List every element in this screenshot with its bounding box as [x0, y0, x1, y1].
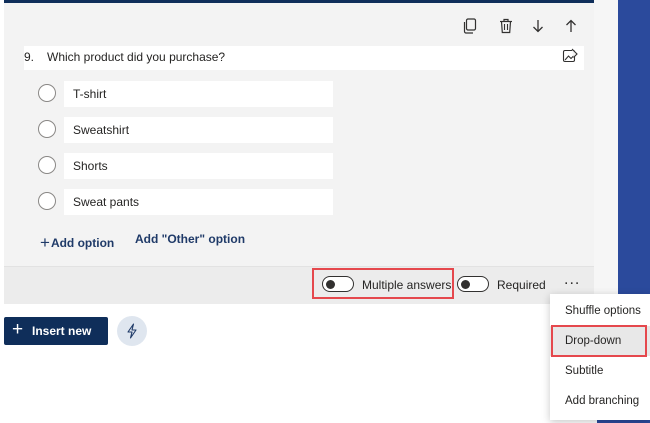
question-number: 9. — [24, 50, 35, 64]
plus-icon: + — [12, 319, 24, 340]
lightning-icon — [127, 323, 137, 339]
more-options-icon[interactable]: ... — [564, 272, 580, 288]
side-gap — [594, 0, 618, 300]
image-insert-icon[interactable] — [562, 48, 580, 66]
required-label: Required — [497, 278, 546, 292]
more-options-menu: Shuffle options Drop-down Subtitle Add b… — [550, 294, 650, 420]
option-radio[interactable] — [38, 84, 56, 102]
menu-item-add-branching[interactable]: Add branching — [550, 386, 650, 416]
option-label: Sweatshirt — [73, 123, 130, 137]
plus-icon: + — [40, 233, 50, 252]
option-radio[interactable] — [38, 192, 56, 210]
insert-new-label: Insert new — [32, 324, 92, 338]
add-option-label: Add option — [50, 236, 115, 250]
option-field[interactable]: Shorts — [64, 153, 333, 179]
insert-new-button[interactable]: + Insert new — [4, 317, 108, 345]
option-field[interactable]: Sweatshirt — [64, 117, 333, 143]
option-label: Shorts — [73, 159, 108, 173]
option-radio[interactable] — [38, 120, 56, 138]
required-toggle[interactable] — [457, 276, 489, 292]
question-title[interactable]: Which product did you purchase? — [47, 50, 225, 64]
multiple-answers-highlight — [312, 268, 454, 299]
add-option-link[interactable]: +Add option — [40, 232, 114, 252]
drop-down-highlight — [551, 325, 647, 357]
option-label: Sweat pants — [73, 195, 140, 209]
menu-item-subtitle[interactable]: Subtitle — [550, 356, 650, 386]
option-field[interactable]: T-shirt — [64, 81, 333, 107]
add-other-option-label: Add "Other" option — [135, 232, 246, 246]
option-label: T-shirt — [73, 87, 107, 101]
option-radio[interactable] — [38, 156, 56, 174]
copy-icon[interactable] — [460, 16, 480, 36]
arrow-up-icon[interactable] — [561, 16, 581, 36]
lightning-button[interactable] — [117, 316, 147, 346]
menu-item-shuffle-options[interactable]: Shuffle options — [550, 296, 650, 326]
arrow-down-icon[interactable] — [528, 16, 548, 36]
trash-icon[interactable] — [496, 16, 516, 36]
option-field[interactable]: Sweat pants — [64, 189, 333, 215]
toggle-knob — [461, 279, 470, 289]
add-other-option-link[interactable]: Add "Other" option — [135, 232, 245, 246]
